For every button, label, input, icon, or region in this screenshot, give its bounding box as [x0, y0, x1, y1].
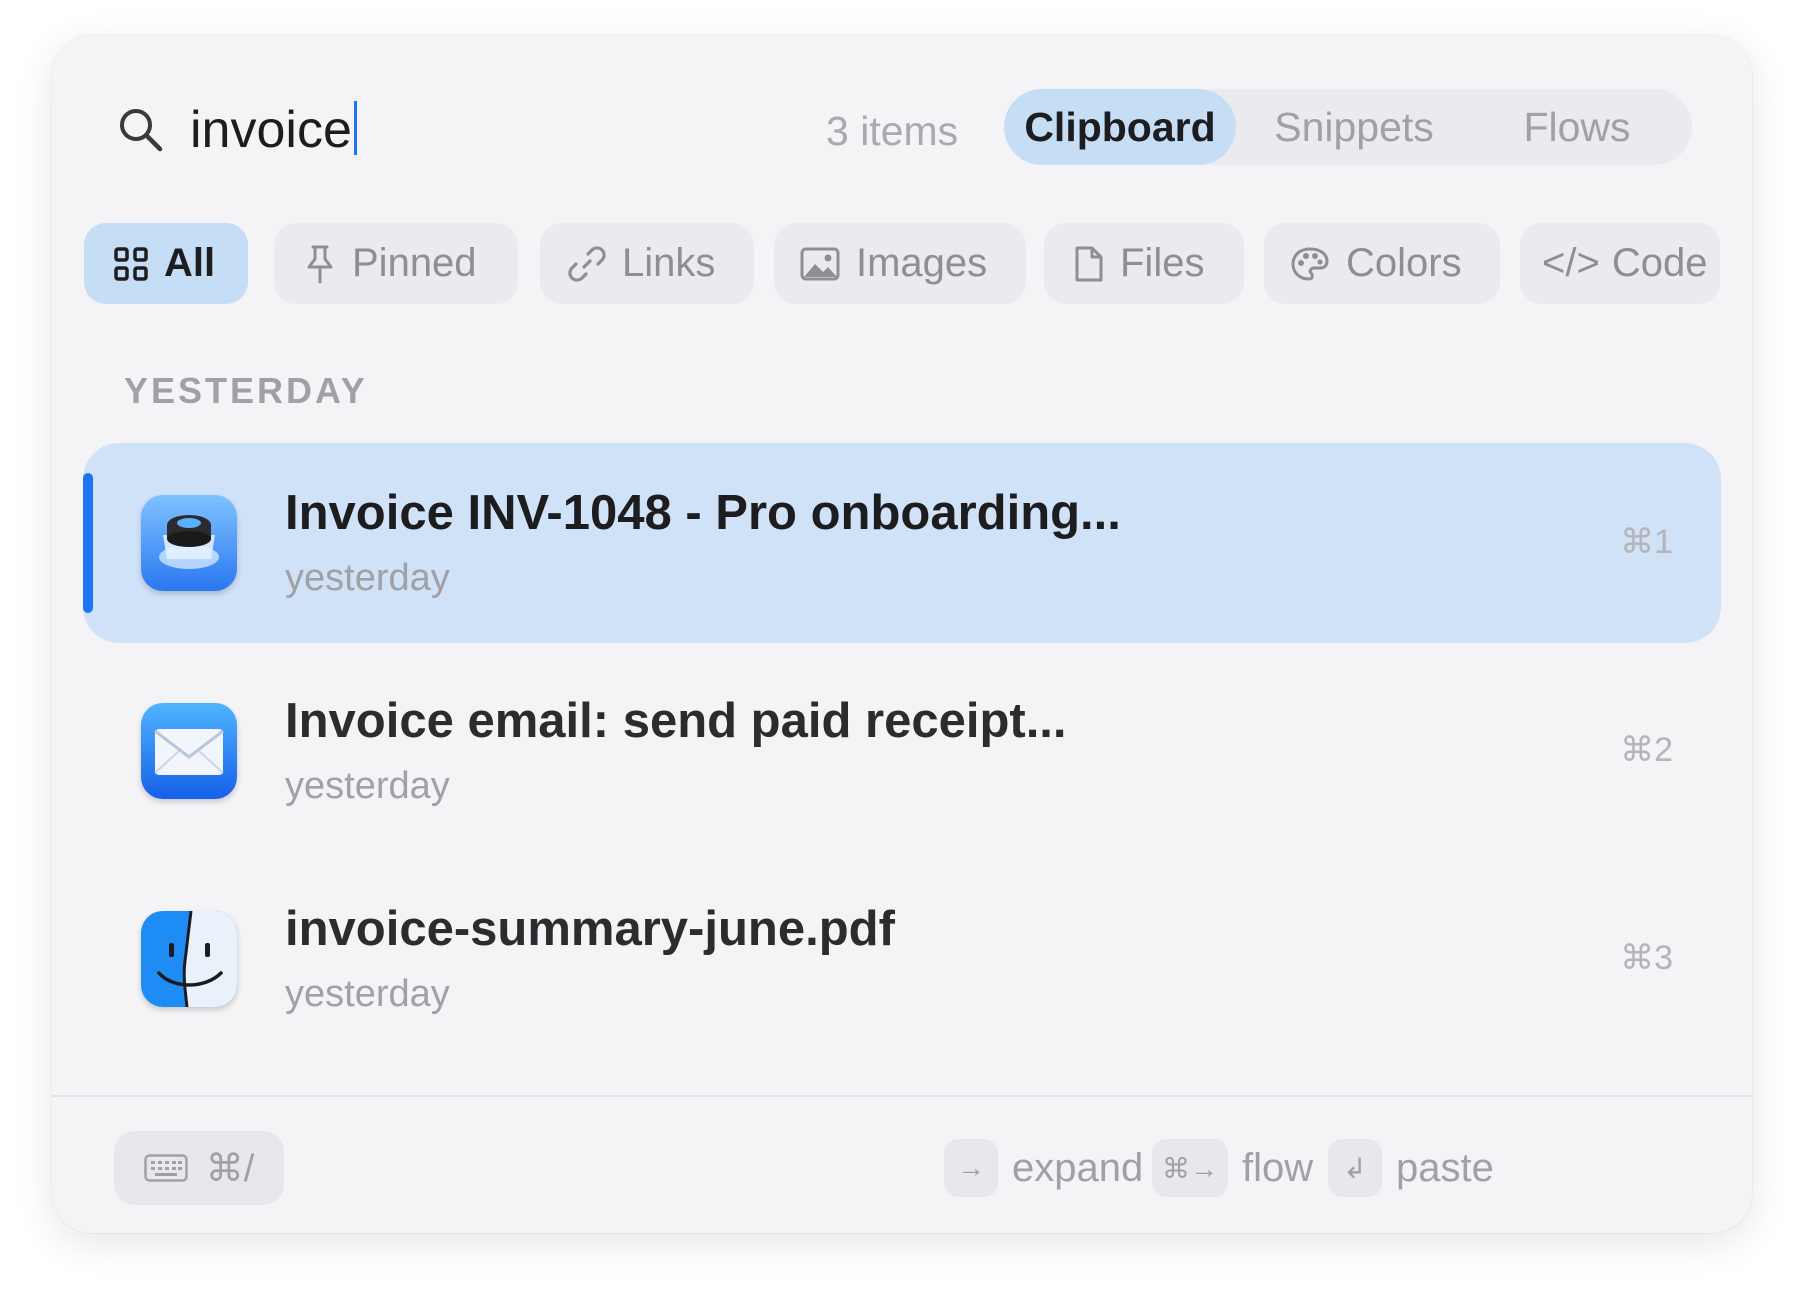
palette-icon	[1291, 246, 1329, 281]
list-item[interactable]: Invoice INV-1048 - Pro onboarding... yes…	[83, 443, 1721, 643]
text-caret	[353, 101, 357, 155]
filter-links[interactable]: Links	[540, 223, 754, 304]
list-item[interactable]: Invoice email: send paid receipt... yest…	[83, 651, 1721, 851]
selection-indicator	[83, 473, 93, 613]
keyboard-shortcut-label: ⌘/	[205, 1147, 255, 1190]
hint-flow-label: flow	[1242, 1145, 1314, 1190]
code-icon: </>	[1542, 241, 1600, 285]
filter-colors[interactable]: Colors	[1264, 223, 1500, 304]
finder-app-icon	[141, 911, 237, 1007]
item-title: Invoice email: send paid receipt...	[285, 694, 1067, 748]
hint-flow: ⌘→ flow	[1152, 1133, 1313, 1203]
keyboard-shortcuts-button[interactable]: ⌘/	[114, 1131, 284, 1205]
tab-snippets[interactable]: Snippets	[1236, 89, 1472, 165]
filter-pinned-label: Pinned	[352, 241, 477, 285]
filter-code-label: Code	[1611, 241, 1708, 285]
mode-segmented-control: Clipboard Snippets Flows	[1004, 89, 1692, 165]
mail-app-icon	[141, 703, 237, 799]
item-timestamp: yesterday	[285, 973, 450, 1015]
list-item[interactable]: invoice-summary-june.pdf yesterday ⌘3	[83, 859, 1721, 1059]
tab-flows[interactable]: Flows	[1472, 89, 1682, 165]
result-count: 3 items	[826, 108, 959, 154]
preview-app-icon	[141, 495, 237, 591]
image-icon	[800, 247, 840, 280]
keyboard-icon	[143, 1154, 188, 1182]
item-shortcut: ⌘1	[1620, 523, 1673, 561]
tab-clipboard[interactable]: Clipboard	[1004, 89, 1236, 165]
filter-all[interactable]: All	[84, 223, 248, 304]
grid-icon	[114, 246, 148, 281]
hint-paste-label: paste	[1396, 1145, 1494, 1190]
filter-all-label: All	[164, 241, 216, 285]
filter-files[interactable]: Files	[1044, 223, 1244, 304]
file-icon	[1075, 246, 1103, 281]
search-icon	[120, 109, 163, 152]
clipboard-panel: invoice 3 items Clipboard Snippets Flows…	[52, 35, 1752, 1233]
item-title: Invoice INV-1048 - Pro onboarding...	[285, 486, 1121, 540]
section-header: YESTERDAY	[124, 370, 368, 411]
expand-key-icon: →	[944, 1139, 998, 1197]
pin-icon	[307, 245, 333, 283]
hint-expand-label: expand	[1012, 1145, 1144, 1190]
filter-images-label: Images	[856, 241, 988, 285]
hint-expand: → expand	[944, 1133, 1143, 1203]
search-query: invoice	[190, 101, 352, 159]
item-shortcut: ⌘2	[1620, 731, 1673, 769]
paste-key-icon: ↲	[1328, 1139, 1382, 1197]
filter-files-label: Files	[1120, 241, 1205, 285]
filter-links-label: Links	[622, 241, 716, 285]
item-shortcut: ⌘3	[1620, 939, 1673, 977]
search-input[interactable]: invoice	[190, 98, 357, 162]
filter-colors-label: Colors	[1346, 241, 1462, 285]
flow-key-icon: ⌘→	[1152, 1139, 1228, 1197]
item-timestamp: yesterday	[285, 765, 450, 807]
link-icon	[568, 245, 606, 282]
hint-paste: ↲ paste	[1328, 1133, 1494, 1203]
footer-divider	[52, 1095, 1752, 1097]
item-title: invoice-summary-june.pdf	[285, 902, 895, 956]
item-timestamp: yesterday	[285, 557, 450, 599]
filter-code[interactable]: </> Code	[1520, 223, 1720, 304]
filter-pinned[interactable]: Pinned	[274, 223, 518, 304]
filter-images[interactable]: Images	[774, 223, 1026, 304]
